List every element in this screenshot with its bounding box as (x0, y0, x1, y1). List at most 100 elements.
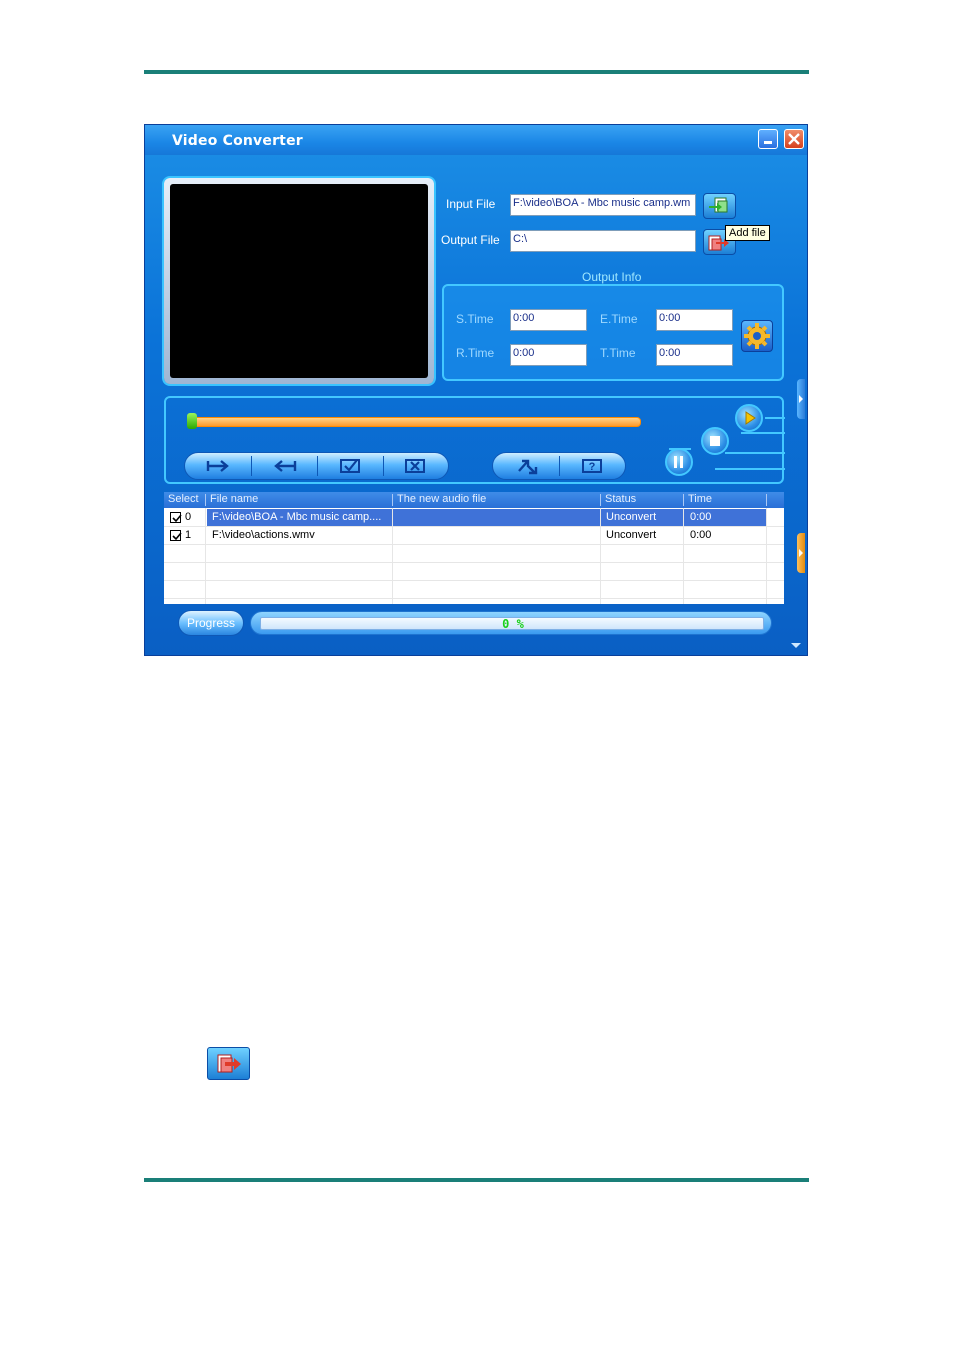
column-header-file-name[interactable]: File name (210, 493, 258, 505)
help-icon: ? (582, 459, 602, 473)
table-row-empty (164, 581, 784, 599)
input-file-field[interactable]: F:\video\BOA - Mbc music camp.wm (510, 194, 696, 216)
close-button[interactable] (784, 129, 804, 149)
t-time-field[interactable]: 0:00 (656, 344, 733, 366)
column-separator (766, 494, 767, 506)
column-line (766, 508, 767, 604)
s-time-label: S.Time (456, 312, 494, 326)
chevron-down-icon[interactable] (790, 642, 802, 650)
output-folder-icon-standalone (207, 1047, 250, 1080)
arrow-left-bar-icon (274, 460, 297, 472)
table-row[interactable]: 1 F:\video\actions.wmv Unconvert 0:00 (164, 527, 784, 545)
settings-button[interactable] (741, 320, 773, 352)
seek-handle[interactable] (187, 413, 197, 429)
chevron-right-icon (799, 395, 803, 403)
progress-bar: 0 % (250, 611, 772, 635)
video-preview (170, 184, 428, 378)
file-list-table[interactable]: Select File name The new audio file Stat… (164, 492, 784, 604)
list-action-buttons (184, 452, 449, 480)
window-title: Video Converter (172, 133, 303, 149)
e-time-label: E.Time (600, 312, 638, 326)
row-index: 0 (185, 511, 192, 523)
page-top-rule (144, 70, 809, 74)
separator (559, 456, 560, 476)
convert-help-buttons: ? (492, 452, 626, 480)
arrow-right-bar-icon (206, 460, 229, 472)
pause-icon (674, 456, 683, 468)
page-bottom-rule (144, 1178, 809, 1182)
close-icon (788, 133, 800, 145)
svg-text:?: ? (589, 461, 596, 473)
column-line (600, 508, 601, 604)
x-box-icon (405, 459, 425, 473)
convert-icon (518, 459, 538, 475)
stop-button[interactable] (701, 427, 729, 455)
column-separator (392, 494, 393, 506)
wire (725, 452, 785, 454)
row-file-name: F:\video\BOA - Mbc music camp.... (212, 511, 382, 523)
row-checkbox[interactable] (170, 512, 182, 523)
column-line (392, 508, 393, 604)
video-converter-window: Video Converter Input File F:\video\BOA … (144, 124, 808, 656)
select-all-button[interactable] (319, 453, 381, 479)
r-time-label: R.Time (456, 346, 495, 360)
separator (251, 456, 252, 476)
table-row-empty (164, 545, 784, 563)
play-icon (745, 411, 756, 425)
output-info-title: Output Info (582, 270, 642, 284)
minimize-button[interactable] (758, 129, 778, 149)
table-row[interactable]: 0 F:\video\BOA - Mbc music camp.... Unco… (164, 509, 784, 527)
convert-button[interactable] (497, 453, 559, 479)
output-file-label: Output File (441, 233, 500, 247)
clear-selection-button[interactable] (385, 453, 445, 479)
help-button[interactable]: ? (561, 453, 623, 479)
checkmark-icon (172, 532, 182, 541)
move-out-button[interactable] (253, 453, 315, 479)
progress-button[interactable]: Progress (178, 610, 244, 636)
column-header-time[interactable]: Time (688, 493, 712, 505)
column-separator (683, 494, 684, 506)
column-header-status[interactable]: Status (605, 493, 636, 505)
row-status: Unconvert (606, 511, 657, 523)
wire (715, 468, 785, 470)
column-separator (205, 494, 206, 506)
table-header: Select File name The new audio file Stat… (164, 492, 784, 508)
side-tab-expand[interactable] (797, 379, 805, 419)
row-time: 0:00 (690, 529, 712, 541)
side-tab-list[interactable] (797, 533, 805, 573)
column-line (205, 508, 206, 604)
column-separator (600, 494, 601, 506)
row-time: 0:00 (690, 511, 712, 523)
e-time-field[interactable]: 0:00 (656, 309, 733, 331)
column-line (683, 508, 684, 604)
r-time-field[interactable]: 0:00 (510, 344, 587, 366)
column-header-new-audio-file[interactable]: The new audio file (397, 493, 486, 505)
pause-button[interactable] (665, 448, 693, 476)
checkmark-icon (172, 514, 182, 523)
gear-icon (744, 323, 770, 349)
input-file-label: Input File (446, 197, 496, 211)
output-file-field[interactable]: C:\ (510, 230, 696, 252)
move-in-button[interactable] (189, 453, 249, 479)
chevron-right-icon (799, 549, 803, 557)
output-info-panel (442, 284, 784, 381)
wire (765, 417, 785, 419)
table-row-empty (164, 563, 784, 581)
progress-track: 0 % (260, 617, 764, 631)
progress-percent: 0 % (502, 617, 524, 631)
seek-bar[interactable] (189, 417, 641, 427)
row-file-name: F:\video\actions.wmv (212, 529, 315, 541)
video-preview-frame (164, 178, 434, 384)
title-bar[interactable]: Video Converter (145, 125, 807, 155)
add-file-button[interactable] (703, 193, 736, 219)
t-time-label: T.Time (600, 346, 636, 360)
output-folder-icon (217, 1054, 241, 1073)
play-button[interactable] (735, 404, 763, 432)
add-file-icon (709, 197, 728, 213)
stop-icon (710, 436, 720, 446)
column-header-select[interactable]: Select (168, 493, 199, 505)
check-box-icon (340, 459, 360, 473)
s-time-field[interactable]: 0:00 (510, 309, 587, 331)
row-index: 1 (185, 529, 192, 541)
row-checkbox[interactable] (170, 530, 182, 541)
